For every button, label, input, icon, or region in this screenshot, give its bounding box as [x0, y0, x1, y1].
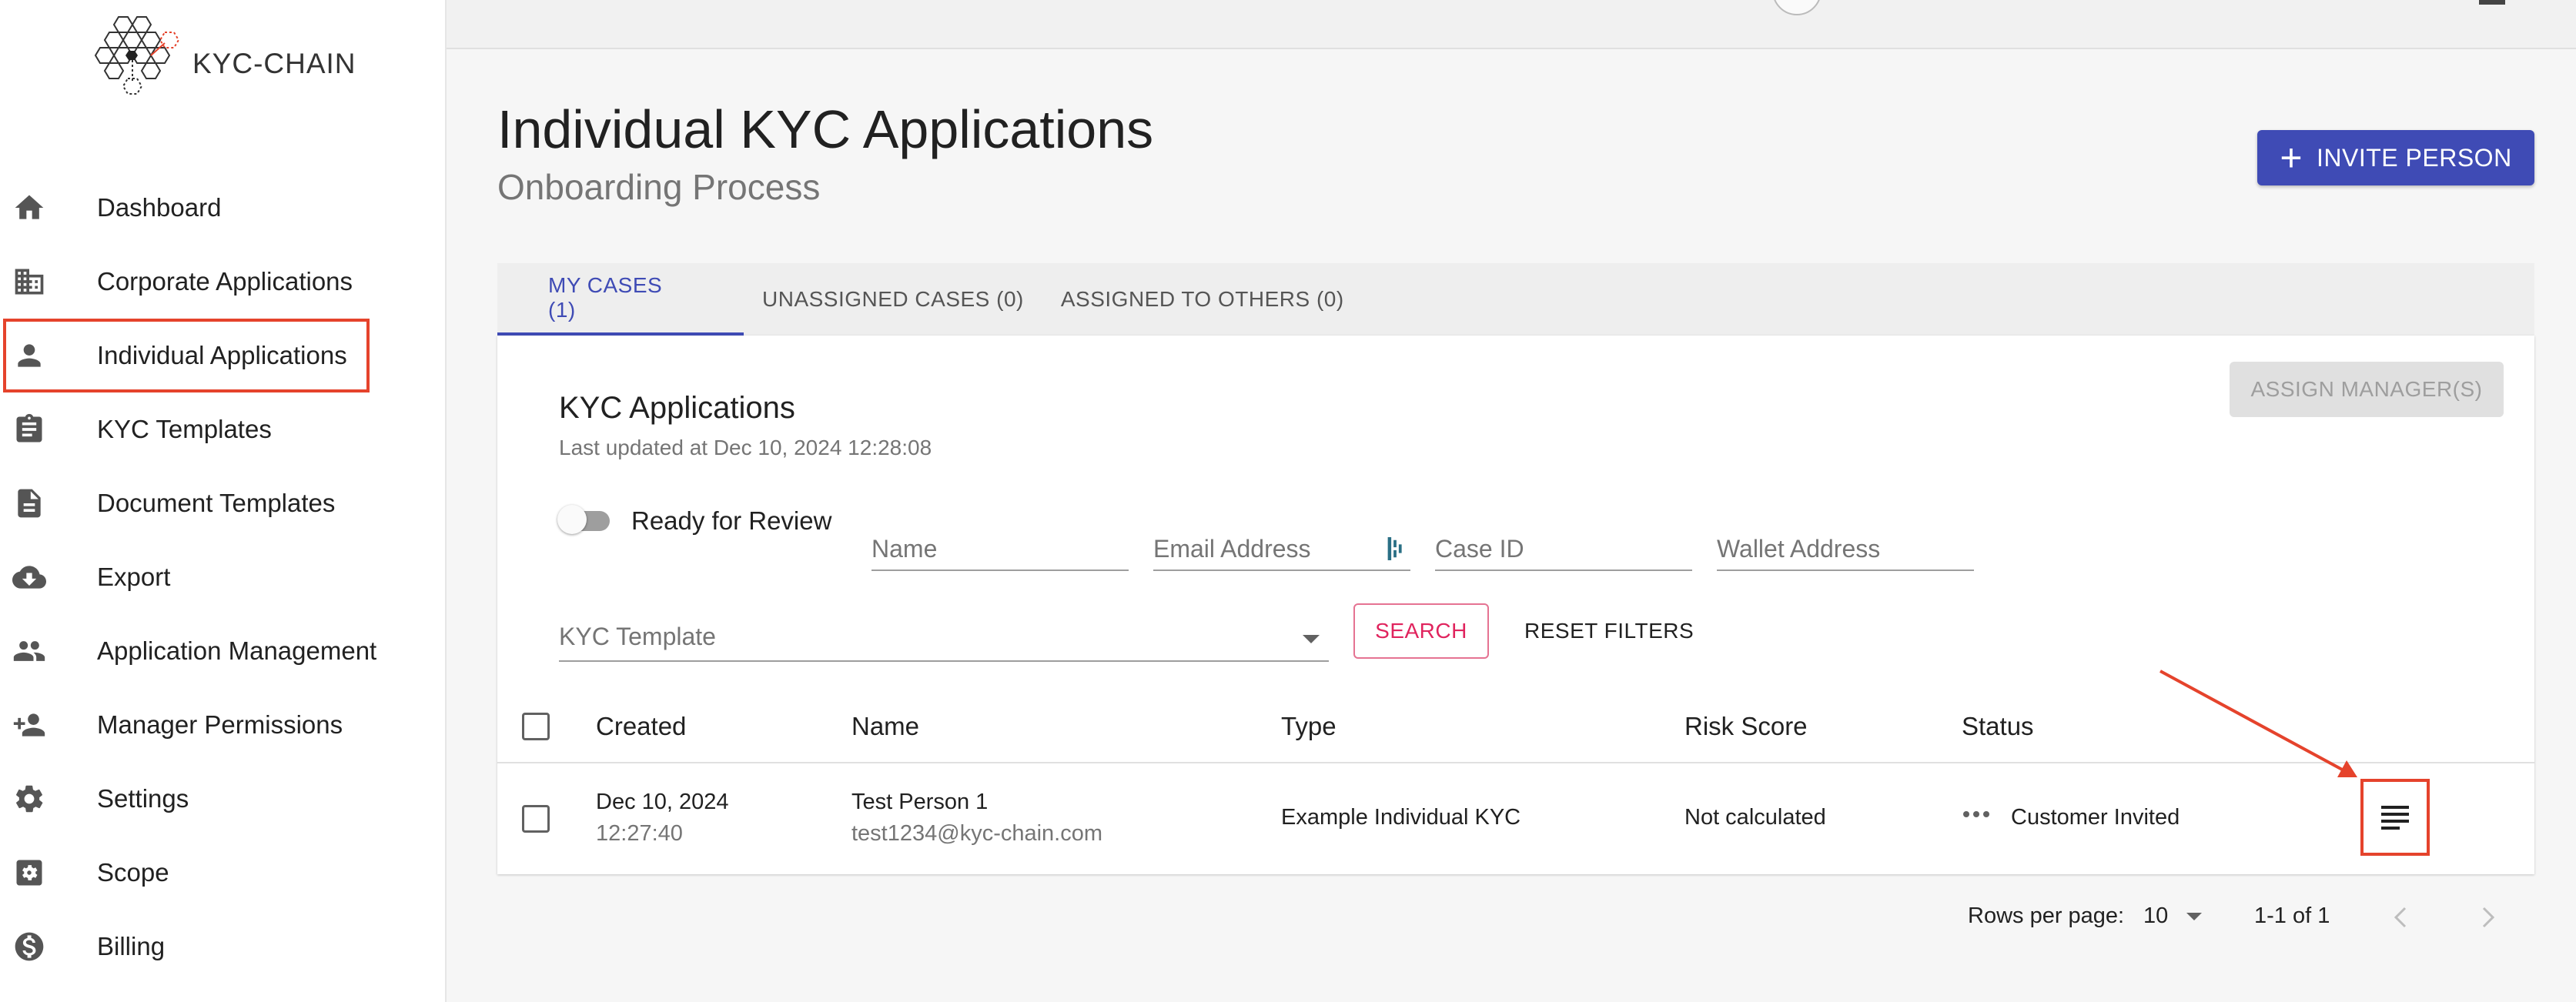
ready-for-review-toggle[interactable] — [557, 505, 610, 534]
invite-person-label: INVITE PERSON — [2317, 143, 2512, 172]
sidebar-item-settings[interactable]: Settings — [0, 762, 447, 836]
sidebar-item-billing[interactable]: Billing — [0, 910, 447, 984]
top-bar — [447, 0, 2576, 49]
sidebar-item-manager-permissions[interactable]: Manager Permissions — [0, 688, 447, 762]
applicant-email: test1234@kyc-chain.com — [851, 821, 1103, 846]
building-icon — [15, 269, 44, 295]
kyc-template-select[interactable]: KYC Template — [559, 610, 1329, 662]
invite-person-button[interactable]: + INVITE PERSON — [2257, 130, 2534, 185]
sidebar-nav: Dashboard Corporate Applications Individ… — [0, 171, 447, 984]
kyc-applications-card: KYC Applications Last updated at Dec 10,… — [497, 336, 2534, 874]
column-type[interactable]: Type — [1281, 690, 1337, 763]
sidebar-item-corporate-applications[interactable]: Corporate Applications — [0, 245, 447, 319]
rows-per-page-value: 10 — [2143, 903, 2169, 928]
rows-per-page-label: Rows per page: — [1968, 903, 2125, 928]
cloud-download-icon — [12, 566, 46, 589]
sidebar: KYC-CHAIN Dashboard Corporate Applicatio… — [0, 0, 447, 1002]
sidebar-item-label: KYC Templates — [97, 415, 272, 443]
sidebar-item-export[interactable]: Export — [0, 540, 447, 614]
column-status[interactable]: Status — [1962, 690, 2034, 763]
case-id-input[interactable] — [1435, 535, 1692, 563]
page-title: Individual KYC Applications — [497, 99, 1154, 159]
sidebar-item-label: Billing — [97, 932, 166, 960]
password-manager-icon[interactable] — [1387, 537, 1403, 560]
sidebar-item-individual-applications[interactable]: Individual Applications — [3, 319, 370, 392]
wallet-address-field — [1717, 525, 1974, 571]
assign-managers-button[interactable]: ASSIGN MANAGER(S) — [2230, 362, 2504, 417]
sidebar-item-label: Export — [97, 563, 171, 591]
last-updated-text: Last updated at Dec 10, 2024 12:28:08 — [559, 436, 932, 459]
case-id-field — [1435, 525, 1692, 571]
view-details-button[interactable] — [2360, 779, 2430, 856]
kyc-template-placeholder: KYC Template — [559, 623, 716, 650]
search-button[interactable]: SEARCH — [1353, 603, 1489, 659]
chevron-left-icon[interactable] — [2391, 905, 2411, 930]
sidebar-item-label: Scope — [97, 858, 169, 887]
column-name[interactable]: Name — [851, 690, 919, 763]
sidebar-item-dashboard[interactable]: Dashboard — [0, 171, 447, 245]
sidebar-item-label: Dashboard — [97, 193, 222, 222]
sidebar-item-label: Document Templates — [97, 489, 336, 517]
plus-icon: + — [2280, 136, 2303, 179]
sidebar-item-label: Corporate Applications — [97, 267, 353, 296]
logo-text: KYC-CHAIN — [192, 48, 356, 79]
column-created[interactable]: Created — [596, 690, 686, 763]
sidebar-item-application-management[interactable]: Application Management — [0, 614, 447, 688]
tab-assigned-to-others[interactable]: ASSIGNED TO OTHERS (0) — [1024, 263, 1344, 336]
sidebar-item-label: Manager Permissions — [97, 710, 343, 739]
caret-down-icon — [2186, 913, 2203, 921]
kyc-chain-logo[interactable]: KYC-CHAIN — [91, 12, 356, 115]
email-input[interactable] — [1153, 535, 1410, 563]
type-cell: Example Individual KYC — [1281, 805, 1521, 830]
chevron-right-icon[interactable] — [2477, 905, 2497, 930]
page-subtitle: Onboarding Process — [497, 167, 821, 207]
card-title: KYC Applications — [559, 391, 795, 425]
toggle-thumb — [557, 505, 587, 534]
email-field — [1153, 525, 1410, 571]
gear-icon — [16, 785, 43, 813]
home-icon — [15, 195, 44, 219]
more-horizontal-icon — [1963, 811, 1989, 817]
lines-icon — [2381, 806, 2409, 830]
created-time: 12:27:40 — [596, 821, 683, 846]
column-risk-score[interactable]: Risk Score — [1684, 690, 1808, 763]
status-cell: Customer Invited — [2011, 805, 2180, 830]
created-cell: Dec 10, 2024 12:27:40 — [596, 790, 729, 847]
pagination-range: 1-1 of 1 — [2254, 903, 2330, 928]
reset-filters-button[interactable]: RESET FILTERS — [1514, 603, 1705, 659]
sidebar-item-label: Settings — [97, 784, 189, 813]
document-icon — [18, 489, 41, 518]
ready-for-review-label: Ready for Review — [631, 506, 832, 535]
tab-unassigned-cases[interactable]: UNASSIGNED CASES (0) — [744, 263, 1024, 336]
select-all-checkbox[interactable] — [522, 713, 550, 740]
menu-icon[interactable] — [2479, 0, 2505, 5]
risk-score-cell: Not calculated — [1684, 805, 1826, 830]
rows-per-page-select[interactable]: 10 — [2143, 903, 2203, 950]
tab-my-cases[interactable]: MY CASES (1) — [497, 263, 744, 336]
caret-down-icon — [1303, 635, 1320, 643]
scope-icon — [16, 860, 42, 886]
sidebar-item-label: Individual Applications — [97, 341, 347, 369]
name-cell: Test Person 1 test1234@kyc-chain.com — [851, 790, 1102, 847]
created-date: Dec 10, 2024 — [596, 790, 729, 814]
applicant-name: Test Person 1 — [851, 790, 989, 814]
sidebar-item-document-templates[interactable]: Document Templates — [0, 466, 447, 540]
case-tabs: MY CASES (1) UNASSIGNED CASES (0) ASSIGN… — [497, 263, 2534, 336]
sidebar-item-label: Application Management — [97, 636, 377, 665]
row-checkbox[interactable] — [522, 805, 550, 833]
person-icon — [18, 344, 41, 367]
sidebar-item-kyc-templates[interactable]: KYC Templates — [0, 392, 447, 466]
dollar-icon — [15, 932, 44, 961]
name-input[interactable] — [871, 535, 1129, 563]
wallet-address-input[interactable] — [1717, 535, 1974, 563]
person-add-icon — [13, 713, 45, 736]
sidebar-item-scope[interactable]: Scope — [0, 836, 447, 910]
clipboard-icon — [16, 413, 42, 443]
avatar[interactable] — [1772, 0, 1822, 15]
people-icon — [13, 641, 45, 661]
hexagon-logo-icon — [94, 16, 180, 95]
annotation-arrow-icon — [2159, 670, 2357, 777]
name-field — [871, 525, 1129, 571]
